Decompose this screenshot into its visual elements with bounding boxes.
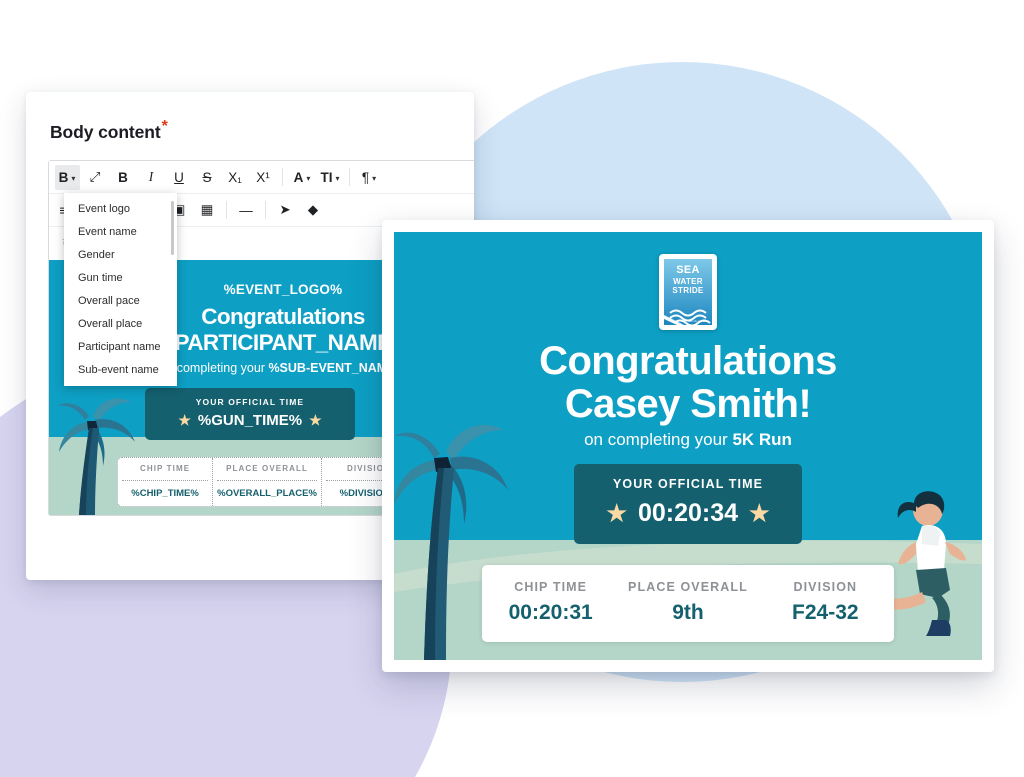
font-size-button[interactable]: TI ▾ xyxy=(318,165,343,190)
email-preview-card: SEA WATER STRIDE Run city marathon Congr… xyxy=(382,220,994,672)
stat-value: F24-32 xyxy=(792,601,859,624)
paragraph-format-icon: ¶ xyxy=(361,169,370,185)
stat-header: CHIP TIME xyxy=(122,464,209,481)
official-time-label: YOUR OFFICIAL TIME xyxy=(195,397,305,407)
menu-item-sub-event-name[interactable]: Sub-event name xyxy=(64,358,177,381)
stat-cell: PLACE OVERALL %OVERALL_PLACE% xyxy=(213,458,322,506)
toolbar-divider xyxy=(349,168,350,186)
field-label-text: Body content xyxy=(50,121,161,142)
select-tool-button[interactable]: ➤ xyxy=(273,198,298,223)
official-time-box: YOUR OFFICIAL TIME ★ %GUN_TIME% ★ xyxy=(145,388,355,440)
menu-item-participant-name[interactable]: Participant name xyxy=(64,335,177,358)
menu-scrollbar[interactable] xyxy=(171,201,174,255)
stat-header: PLACE OVERALL xyxy=(217,464,317,481)
menu-item-gun-time[interactable]: Gun time xyxy=(64,266,177,289)
stat-cell: CHIP TIME 00:20:31 xyxy=(482,580,619,625)
stat-header: CHIP TIME xyxy=(514,580,588,594)
email-preview-canvas: SEA WATER STRIDE Run city marathon Congr… xyxy=(394,232,982,660)
subscript-icon: X₁ xyxy=(228,169,242,185)
clear-formatting-icon: ◆ xyxy=(307,202,319,217)
toolbar-divider xyxy=(282,168,283,186)
menu-item-overall-place[interactable]: Overall place xyxy=(64,312,177,335)
horizontal-rule-icon: — xyxy=(239,202,253,218)
strikethrough-icon: S xyxy=(202,169,212,185)
star-icon-left: ★ xyxy=(178,412,191,428)
underline-icon: U xyxy=(174,169,184,185)
chevron-down-icon: ▾ xyxy=(306,173,311,183)
paragraph-format-button[interactable]: ¶ ▾ xyxy=(357,165,382,190)
event-logo: SEA WATER STRIDE Run city marathon xyxy=(659,254,717,330)
official-time-panel: YOUR OFFICIAL TIME ★ 00:20:34 ★ xyxy=(574,464,802,544)
menu-item-event-name[interactable]: Event name xyxy=(64,220,177,243)
bold-icon: B xyxy=(118,169,128,185)
logo-line-1: SEA xyxy=(676,264,700,276)
logo-line-3: STRIDE xyxy=(672,286,704,296)
congratulations-headline: Congratulations xyxy=(539,339,837,383)
bold-button[interactable]: B xyxy=(111,165,136,190)
preview-stats-table[interactable]: CHIP TIME %CHIP_TIME% PLACE OVERALL %OVERAL… xyxy=(117,457,417,507)
subevent-name: 5K Run xyxy=(732,430,792,449)
page-title: Body content* xyxy=(50,118,474,143)
superscript-icon: X¹ xyxy=(256,169,270,185)
star-icon-left: ★ xyxy=(606,500,627,526)
subline-prefix-text: on completing your xyxy=(584,430,733,449)
strikethrough-button[interactable]: S xyxy=(195,165,220,190)
text-color-button[interactable]: A ▾ xyxy=(290,165,315,190)
toolbar-divider xyxy=(226,201,227,219)
toolbar-divider xyxy=(265,201,266,219)
menu-item-overall-pace[interactable]: Overall pace xyxy=(64,289,177,312)
stat-cell: DIVISION F24-32 xyxy=(757,580,894,625)
stat-value: %CHIP_TIME% xyxy=(131,488,199,499)
official-time-heading: YOUR OFFICIAL TIME xyxy=(612,477,764,491)
editor-toolbar-row-1: B ▾ ⤢ B I U S X₁ X¹ A ▾ TI ▾ ¶ ▾ xyxy=(49,161,474,194)
event-subline: on completing your 5K Run xyxy=(394,430,982,450)
stat-header: PLACE OVERALL xyxy=(628,580,748,594)
font-size-icon: TI xyxy=(320,169,333,185)
stat-cell: CHIP TIME %CHIP_TIME% xyxy=(118,458,214,506)
stat-header: DIVISION xyxy=(793,580,858,594)
merge-tag-dropdown-button[interactable]: B ▾ xyxy=(54,164,80,190)
star-icon-right: ★ xyxy=(309,412,322,428)
logo-tagline: Run city marathon xyxy=(687,320,709,323)
insert-table-icon: ▦ xyxy=(200,202,214,217)
merge-tag-dropdown-icon: B xyxy=(58,169,69,185)
menu-item-event-logo[interactable]: Event logo xyxy=(64,197,177,220)
required-asterisk: * xyxy=(161,118,168,135)
italic-button[interactable]: I xyxy=(139,165,164,190)
chevron-down-icon: ▾ xyxy=(71,173,76,183)
event-logo-artwork: SEA WATER STRIDE Run city marathon xyxy=(664,259,712,325)
subscript-button[interactable]: X₁ xyxy=(223,165,248,190)
official-time-row: ★ 00:20:34 ★ xyxy=(574,499,802,528)
stat-value: 00:20:31 xyxy=(508,601,593,624)
expand-editor-icon: ⤢ xyxy=(89,169,101,184)
results-stats-table: CHIP TIME 00:20:31 PLACE OVERALL 9th DIVISIO… xyxy=(482,565,894,642)
official-time-value-row: ★ %GUN_TIME% ★ xyxy=(145,412,355,429)
stat-value: %OVERALL_PLACE% xyxy=(217,488,317,499)
merge-tag-menu[interactable]: Event logo Event name Gender Gun time Overal… xyxy=(64,193,177,386)
expand-editor-button[interactable]: ⤢ xyxy=(83,165,108,190)
participant-name: Casey Smith! xyxy=(564,382,812,426)
select-tool-icon: ➤ xyxy=(279,202,291,217)
official-time-value: 00:20:34 xyxy=(637,499,739,527)
italic-icon: I xyxy=(148,169,154,184)
horizontal-rule-button[interactable]: — xyxy=(234,198,259,223)
clear-formatting-button[interactable]: ◆ xyxy=(301,198,326,223)
stat-cell: PLACE OVERALL 9th xyxy=(619,580,756,625)
star-icon-right: ★ xyxy=(749,500,770,526)
text-color-icon: A xyxy=(293,169,304,185)
chevron-down-icon: ▾ xyxy=(335,173,340,183)
chevron-down-icon: ▾ xyxy=(372,173,377,183)
stat-value: 9th xyxy=(672,601,704,624)
gun-time-placeholder: %GUN_TIME% xyxy=(197,412,303,429)
underline-button[interactable]: U xyxy=(167,165,192,190)
menu-item-gender[interactable]: Gender xyxy=(64,243,177,266)
superscript-button[interactable]: X¹ xyxy=(251,165,276,190)
logo-line-2: WATER xyxy=(673,277,703,287)
insert-table-button[interactable]: ▦ xyxy=(195,198,220,223)
